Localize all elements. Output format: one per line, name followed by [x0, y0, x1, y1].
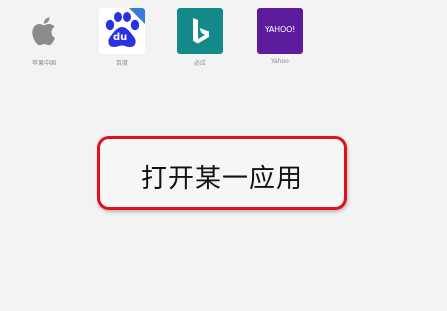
annotation-callout: 打开某一应用 — [97, 136, 347, 210]
yahoo-icon[interactable]: YAHOO! — [257, 8, 303, 54]
yahoo-logo-text: YAHOO! — [264, 25, 296, 34]
favorite-label: Yahoo — [271, 58, 289, 65]
apple-icon[interactable] — [21, 8, 67, 54]
favorite-label: 苹果中国 — [31, 60, 56, 67]
favorite-bing[interactable]: 必应 — [170, 8, 230, 67]
annotation-text: 打开某一应用 — [140, 164, 303, 194]
baidu-paw-icon[interactable]: du — [99, 8, 145, 54]
favorite-apple[interactable]: 苹果中国 — [14, 8, 74, 67]
bing-icon[interactable] — [177, 8, 223, 54]
favorite-label: 必应 — [193, 60, 206, 67]
baidu-logo-text: du — [113, 32, 128, 43]
favorite-label: 百度 — [115, 60, 128, 67]
favorites-grid: 苹果中国 du 百度 必应 YAHOO! Yahoo — [0, 0, 447, 80]
favorite-yahoo[interactable]: YAHOO! Yahoo — [250, 8, 310, 65]
favorite-baidu[interactable]: du 百度 — [92, 8, 152, 67]
